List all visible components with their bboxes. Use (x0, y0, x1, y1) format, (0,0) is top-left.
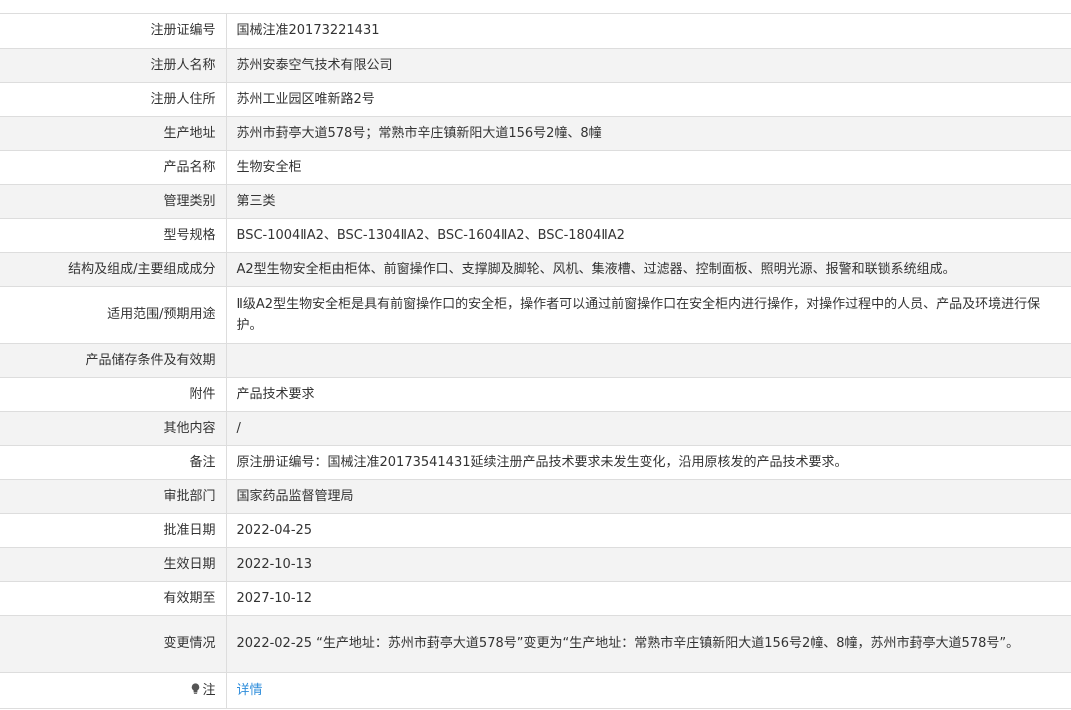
field-value: 国家药品监督管理局 (226, 479, 1071, 514)
field-label: 产品名称 (0, 150, 227, 185)
field-label: 管理类别 (0, 184, 227, 219)
field-label: 备注 (0, 445, 227, 480)
field-value: 2022-02-25 “生产地址：苏州市葑亭大道578号”变更为“生产地址：常熟… (226, 615, 1071, 673)
row-model-spec: 型号规格 BSC-1004ⅡA2、BSC-1304ⅡA2、BSC-1604ⅡA2… (0, 218, 1071, 253)
row-change-history: 变更情况 2022-02-25 “生产地址：苏州市葑亭大道578号”变更为“生产… (0, 615, 1071, 673)
field-value: 第三类 (226, 184, 1071, 219)
field-label: 变更情况 (0, 615, 227, 673)
field-label: 附件 (0, 377, 227, 412)
field-value: 苏州工业园区唯新路2号 (226, 82, 1071, 117)
field-value: A2型生物安全柜由柜体、前窗操作口、支撑脚及脚轮、风机、集液槽、过滤器、控制面板… (226, 252, 1071, 287)
row-note: 注 详情 (0, 672, 1071, 709)
note-label-cell: 注 (0, 672, 227, 709)
field-value (226, 343, 1071, 378)
details-link[interactable]: 详情 (237, 683, 263, 698)
field-label: 注册人名称 (0, 48, 227, 83)
field-label: 结构及组成/主要组成成分 (0, 252, 227, 287)
field-value: 苏州安泰空气技术有限公司 (226, 48, 1071, 83)
row-remarks: 备注 原注册证编号：国械注准20173541431延续注册产品技术要求未发生变化… (0, 445, 1071, 480)
field-label: 生效日期 (0, 547, 227, 582)
field-label: 生产地址 (0, 116, 227, 151)
field-value: 2022-04-25 (226, 513, 1071, 548)
field-value: 苏州市葑亭大道578号；常熟市辛庄镇新阳大道156号2幢、8幢 (226, 116, 1071, 151)
note-label: 注 (202, 682, 216, 698)
row-other-content: 其他内容 / (0, 411, 1071, 446)
field-label: 批准日期 (0, 513, 227, 548)
row-effective-date: 生效日期 2022-10-13 (0, 547, 1071, 582)
row-registration-number: 注册证编号 国械注准20173221431 (0, 14, 1071, 49)
row-production-address: 生产地址 苏州市葑亭大道578号；常熟市辛庄镇新阳大道156号2幢、8幢 (0, 116, 1071, 151)
field-label: 有效期至 (0, 581, 227, 616)
field-value: BSC-1004ⅡA2、BSC-1304ⅡA2、BSC-1604ⅡA2、BSC-… (226, 218, 1071, 253)
row-registrant-address: 注册人住所 苏州工业园区唯新路2号 (0, 82, 1071, 117)
field-value: 原注册证编号：国械注准20173541431延续注册产品技术要求未发生变化，沿用… (226, 445, 1071, 480)
field-label: 型号规格 (0, 218, 227, 253)
row-attachment: 附件 产品技术要求 (0, 377, 1071, 412)
field-label: 注册人住所 (0, 82, 227, 117)
registration-detail-table: 注册证编号 国械注准20173221431 注册人名称 苏州安泰空气技术有限公司… (0, 14, 1071, 709)
field-value: 国械注准20173221431 (226, 14, 1071, 49)
field-label: 适用范围/预期用途 (0, 286, 227, 344)
field-value: 2027-10-12 (226, 581, 1071, 616)
field-value: 生物安全柜 (226, 150, 1071, 185)
row-structure-composition: 结构及组成/主要组成成分 A2型生物安全柜由柜体、前窗操作口、支撑脚及脚轮、风机… (0, 252, 1071, 287)
field-value: Ⅱ级A2型生物安全柜是具有前窗操作口的安全柜，操作者可以通过前窗操作口在安全柜内… (226, 286, 1071, 344)
row-approval-date: 批准日期 2022-04-25 (0, 513, 1071, 548)
row-approval-department: 审批部门 国家药品监督管理局 (0, 479, 1071, 514)
row-management-category: 管理类别 第三类 (0, 184, 1071, 219)
field-label: 其他内容 (0, 411, 227, 446)
row-expiry-date: 有效期至 2027-10-12 (0, 581, 1071, 616)
field-label: 产品储存条件及有效期 (0, 343, 227, 378)
lightbulb-icon (191, 681, 200, 694)
row-intended-use: 适用范围/预期用途 Ⅱ级A2型生物安全柜是具有前窗操作口的安全柜，操作者可以通过… (0, 286, 1071, 344)
top-strip (0, 0, 1071, 14)
row-storage-conditions: 产品储存条件及有效期 (0, 343, 1071, 378)
note-value-cell: 详情 (226, 672, 1071, 709)
field-label: 注册证编号 (0, 14, 227, 49)
field-label: 审批部门 (0, 479, 227, 514)
field-value: 产品技术要求 (226, 377, 1071, 412)
field-value: 2022-10-13 (226, 547, 1071, 582)
row-product-name: 产品名称 生物安全柜 (0, 150, 1071, 185)
row-registrant-name: 注册人名称 苏州安泰空气技术有限公司 (0, 48, 1071, 83)
field-value: / (226, 411, 1071, 446)
